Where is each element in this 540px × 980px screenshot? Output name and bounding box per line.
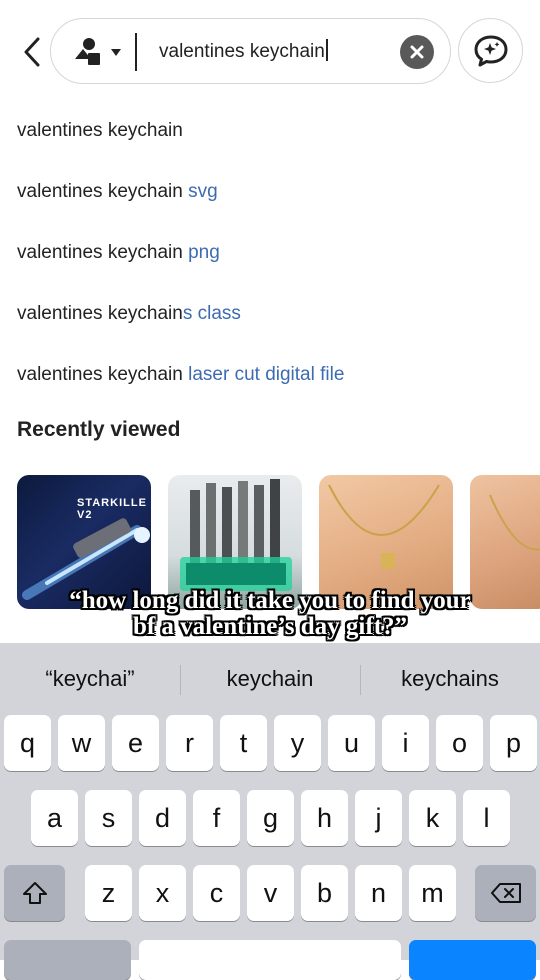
delete-key[interactable] (475, 865, 536, 921)
shift-key[interactable] (4, 865, 65, 921)
key-e[interactable]: e (112, 715, 159, 771)
video-caption: “how long did it take you to find your b… (69, 587, 471, 640)
ai-chat-button[interactable] (458, 18, 523, 83)
chevron-left-icon (24, 37, 40, 67)
key-p[interactable]: p (490, 715, 537, 771)
search-input[interactable]: valentines keychain (159, 39, 328, 63)
key-a[interactable]: a (31, 790, 78, 846)
on-screen-keyboard: “keychai” keychain keychains q w e r t y… (0, 643, 540, 980)
suggestion-item[interactable]: valentines keychain png (17, 242, 220, 264)
shift-arrow-icon (22, 882, 47, 904)
search-divider (135, 33, 137, 71)
recently-viewed-heading: Recently viewed (17, 418, 181, 441)
key-h[interactable]: h (301, 790, 348, 846)
necklace-image (489, 494, 540, 551)
back-button[interactable] (14, 30, 50, 74)
prediction-suggestion[interactable]: keychain (180, 643, 360, 715)
key-o[interactable]: o (436, 715, 483, 771)
key-q[interactable]: q (4, 715, 51, 771)
key-k[interactable]: k (409, 790, 456, 846)
close-icon (410, 45, 424, 59)
key-b[interactable]: b (301, 865, 348, 921)
backspace-icon (490, 883, 521, 903)
search-key[interactable] (409, 940, 536, 980)
clear-search-button[interactable] (400, 35, 434, 69)
recently-viewed-thumbnail[interactable] (470, 475, 540, 609)
key-i[interactable]: i (382, 715, 429, 771)
number-mode-key[interactable] (4, 940, 131, 980)
text-cursor (325, 39, 328, 61)
key-z[interactable]: z (85, 865, 132, 921)
key-r[interactable]: r (166, 715, 213, 771)
key-l[interactable]: l (463, 790, 510, 846)
key-s[interactable]: s (85, 790, 132, 846)
key-v[interactable]: v (247, 865, 294, 921)
key-x[interactable]: x (139, 865, 186, 921)
key-y[interactable]: y (274, 715, 321, 771)
suggestion-item[interactable]: valentines keychain (17, 120, 183, 142)
suggestion-item[interactable]: valentines keychain laser cut digital fi… (17, 364, 344, 386)
space-key[interactable] (139, 940, 401, 980)
key-j[interactable]: j (355, 790, 402, 846)
suggestion-item[interactable]: valentines keychains class (17, 303, 241, 325)
prediction-literal[interactable]: “keychai” (0, 643, 180, 715)
key-c[interactable]: c (193, 865, 240, 921)
key-n[interactable]: n (355, 865, 402, 921)
search-bar[interactable]: valentines keychain (50, 18, 451, 84)
sparkle-chat-icon (474, 35, 507, 66)
key-f[interactable]: f (193, 790, 240, 846)
key-m[interactable]: m (409, 865, 456, 921)
key-d[interactable]: d (139, 790, 186, 846)
prediction-suggestion[interactable]: keychains (360, 643, 540, 715)
key-u[interactable]: u (328, 715, 375, 771)
key-t[interactable]: t (220, 715, 267, 771)
key-g[interactable]: g (247, 790, 294, 846)
shapes-category-icon[interactable] (73, 37, 129, 67)
key-w[interactable]: w (58, 715, 105, 771)
suggestion-item[interactable]: valentines keychain svg (17, 181, 218, 203)
thumbnail-label: STARKILLE V2 (77, 497, 147, 521)
